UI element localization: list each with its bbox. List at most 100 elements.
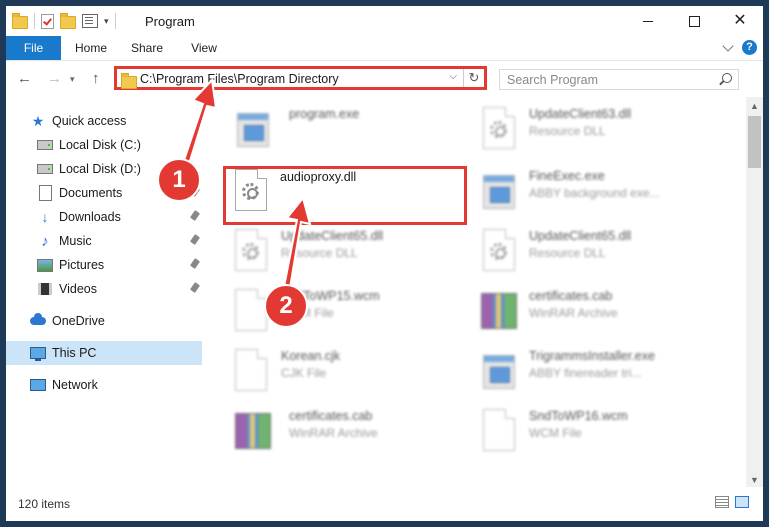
file-type: Resource DLL xyxy=(529,246,606,260)
sidebar-item-downloads[interactable]: ↓ Downloads xyxy=(6,205,202,229)
file-type: Resource DLL xyxy=(529,124,606,138)
folder-icon xyxy=(121,73,137,89)
address-path[interactable]: C:\Program Files\Program Directory xyxy=(140,72,339,86)
file-type: WinRAR Archive xyxy=(289,426,378,440)
sidebar-item-music[interactable]: ♪ Music xyxy=(6,229,202,253)
file-name: certificates.cab xyxy=(289,409,373,423)
network-icon xyxy=(30,377,46,393)
search-placeholder[interactable]: Search Program xyxy=(507,73,598,87)
file-type: ABBY background exe... xyxy=(529,186,660,200)
vertical-scrollbar[interactable]: ▲ ▼ xyxy=(746,97,763,487)
this-pc-icon xyxy=(30,345,46,361)
toolbar-divider xyxy=(34,13,35,29)
file-name: SndToWP16.wcm xyxy=(529,409,628,423)
sidebar-item-label: Local Disk (D:) xyxy=(59,162,141,176)
file-item[interactable]: certificates.cab WinRAR Archive xyxy=(479,285,719,335)
file-item[interactable]: Korean.cjk CJK File xyxy=(231,345,471,395)
file-item[interactable]: FineExec.exe ABBY background exe... xyxy=(479,165,719,215)
file-name: UpdateClient65.dll xyxy=(529,229,632,243)
tab-file[interactable]: File xyxy=(6,36,61,60)
file-name: certificates.cab xyxy=(529,289,613,303)
title-bar: ▾ Program ✕ xyxy=(6,6,763,36)
ribbon-right-controls: ? xyxy=(722,39,757,55)
file-name: FineExec.exe xyxy=(529,169,605,183)
file-item[interactable]: UpdateClient65.dll Resource DLL xyxy=(231,225,471,275)
pin-icon xyxy=(189,234,201,245)
file-item[interactable]: TrigrammsInstaller.exe ABBY finereader t… xyxy=(479,345,719,395)
file-type: ABBY finereader tri... xyxy=(529,366,642,380)
file-item[interactable]: program.exe xyxy=(233,103,473,153)
step2-badge: 2 xyxy=(264,284,308,328)
maximize-icon xyxy=(688,15,700,27)
file-highlight-box xyxy=(223,166,467,225)
minimize-button[interactable] xyxy=(625,6,671,36)
file-type: Resource DLL xyxy=(281,246,358,260)
sidebar-item-label: Pictures xyxy=(59,258,105,272)
navigation-bar: ← → ▾ ↑ C:\Program Files\Program Directo… xyxy=(6,61,763,97)
sidebar-item-local-disk-c[interactable]: Local Disk (C:) xyxy=(6,133,202,157)
file-item[interactable]: SndToWP16.wcm WCM File xyxy=(479,405,719,455)
view-options-icon[interactable] xyxy=(82,14,98,28)
sidebar-item-network[interactable]: Network xyxy=(6,373,202,397)
sidebar-item-onedrive[interactable]: OneDrive xyxy=(6,309,202,333)
quick-access-toolbar: ▾ xyxy=(12,12,116,30)
address-dropdown-icon[interactable]: ⌵ xyxy=(449,71,457,82)
pin-icon xyxy=(189,210,201,221)
search-box[interactable]: Search Program xyxy=(499,69,739,90)
scroll-up-icon[interactable]: ▲ xyxy=(750,101,759,111)
expand-ribbon-chevron-icon[interactable] xyxy=(722,39,734,52)
up-arrow-icon[interactable]: ↑ xyxy=(92,70,100,87)
maximize-button[interactable] xyxy=(671,6,717,36)
recent-locations-dropdown-icon[interactable]: ▾ xyxy=(70,74,75,85)
sidebar-item-label: This PC xyxy=(52,346,97,360)
pin-icon xyxy=(189,282,201,293)
tab-view[interactable]: View xyxy=(183,36,225,60)
file-type: WCM File xyxy=(529,426,582,440)
toolbar-divider xyxy=(114,13,116,29)
forward-arrow-icon[interactable]: → xyxy=(47,70,62,87)
file-item[interactable]: UpdateClient65.dll Resource DLL xyxy=(479,225,719,275)
status-bar: 120 items xyxy=(6,488,763,521)
sidebar-item-this-pc[interactable]: This PC xyxy=(6,341,202,365)
tab-share[interactable]: Share xyxy=(123,36,171,60)
file-type: WinRAR Archive xyxy=(529,306,618,320)
address-bar[interactable]: C:\Program Files\Program Directory ⌵ ↻ xyxy=(114,66,487,90)
music-icon: ♪ xyxy=(41,232,49,250)
sidebar-item-label: Videos xyxy=(59,282,97,296)
help-icon[interactable]: ? xyxy=(742,40,757,55)
file-item[interactable]: certificates.cab WinRAR Archive xyxy=(233,405,473,455)
documents-icon xyxy=(37,185,53,201)
dll-icon xyxy=(479,107,517,151)
file-icon xyxy=(231,289,269,333)
refresh-icon[interactable]: ↻ xyxy=(463,69,484,87)
sidebar-item-quick-access[interactable]: ★ Quick access xyxy=(6,109,202,133)
tab-home[interactable]: Home xyxy=(68,36,114,60)
file-name: program.exe xyxy=(289,107,360,121)
exe-icon xyxy=(479,349,517,393)
file-icon xyxy=(231,349,269,393)
new-folder-icon[interactable] xyxy=(60,12,76,29)
scrollbar-thumb[interactable] xyxy=(748,116,761,168)
sidebar-item-label: Downloads xyxy=(59,210,121,224)
back-arrow-icon[interactable]: ← xyxy=(17,70,32,87)
close-button[interactable]: ✕ xyxy=(717,6,763,36)
sidebar-item-pictures[interactable]: Pictures xyxy=(6,253,202,277)
dll-icon xyxy=(479,229,517,273)
window-controls: ✕ xyxy=(625,6,763,36)
details-view-icon[interactable] xyxy=(715,496,729,508)
scroll-down-icon[interactable]: ▼ xyxy=(750,475,759,485)
step1-badge: 1 xyxy=(157,158,201,202)
file-icon xyxy=(479,409,517,453)
item-count: 120 items xyxy=(18,497,71,511)
search-icon[interactable] xyxy=(722,73,732,83)
exe-icon xyxy=(479,169,517,213)
large-icons-view-icon[interactable] xyxy=(735,496,749,508)
window-title: Program xyxy=(145,14,195,29)
sidebar-item-label: Network xyxy=(52,378,98,392)
sidebar-item-label: Quick access xyxy=(52,114,127,128)
sidebar-item-videos[interactable]: Videos xyxy=(6,277,202,301)
properties-check-icon[interactable] xyxy=(41,13,54,29)
star-icon: ★ xyxy=(31,112,45,129)
customize-toolbar-dropdown-icon[interactable]: ▾ xyxy=(104,16,109,27)
file-item[interactable]: UpdateClient63.dll Resource DLL xyxy=(479,103,719,153)
